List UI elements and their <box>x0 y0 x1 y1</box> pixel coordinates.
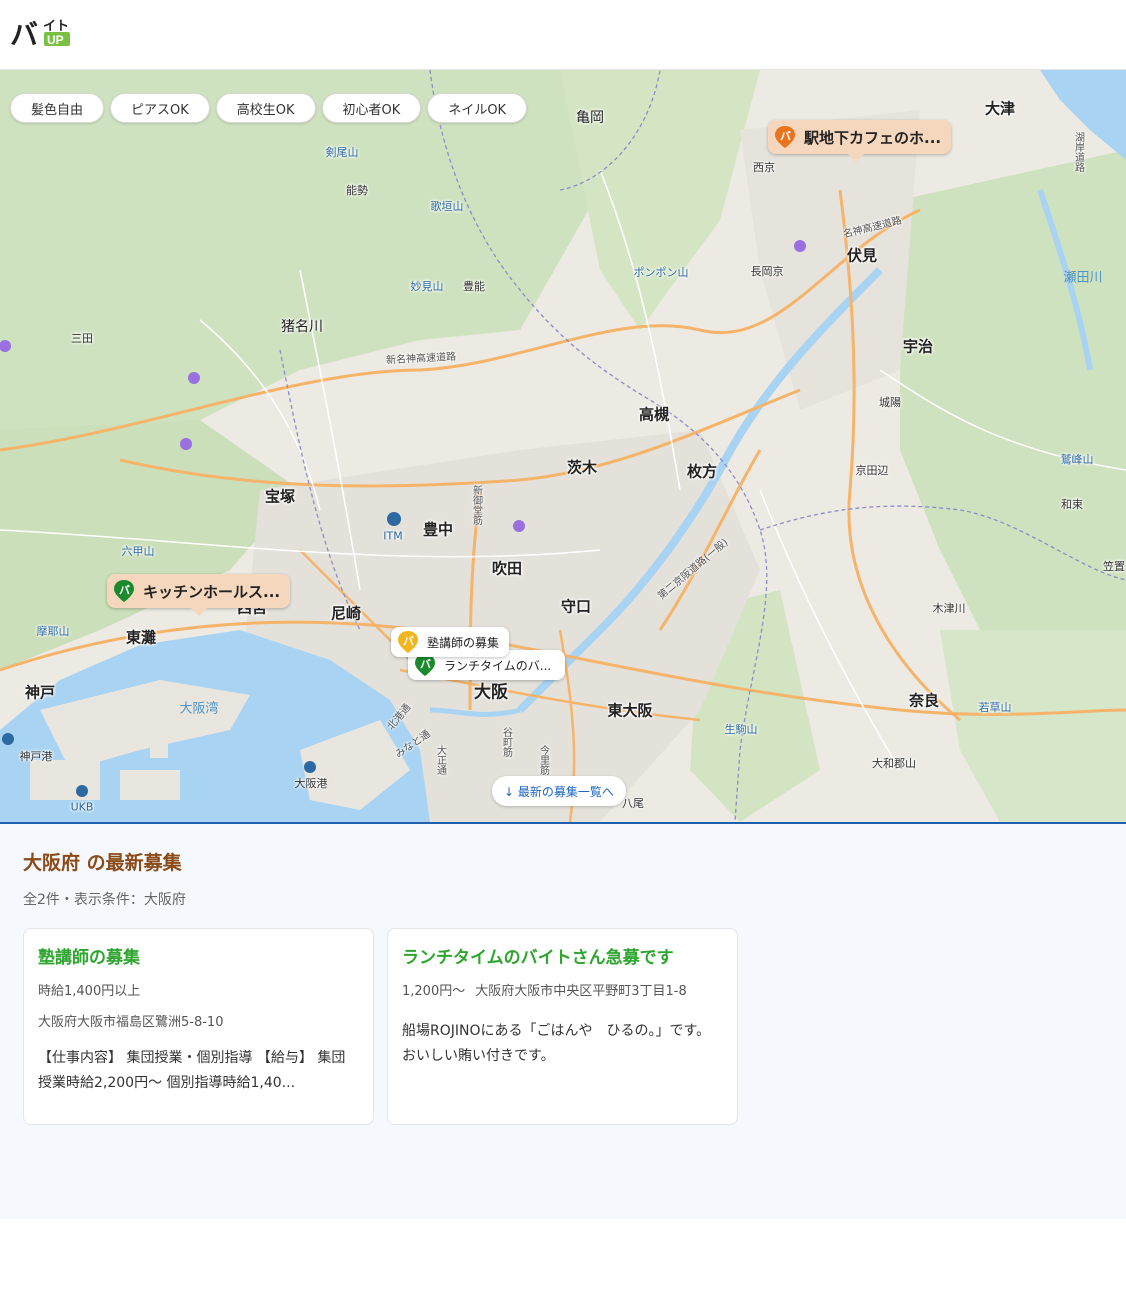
map-label-higashinada: 東灘 <box>125 628 157 647</box>
map-label-hirakata: 枚方 <box>686 462 718 481</box>
svg-text:バ: バ <box>780 130 791 143</box>
map-label-wakakusayama: 若草山 <box>978 701 1012 714</box>
map-label-nara: 奈良 <box>908 691 940 710</box>
job-card-address: 大阪府大阪市中央区平野町3丁目1-8 <box>475 984 687 999</box>
map-label-konanlake: 湖岸道路 <box>1072 132 1084 172</box>
map-label-osakawan: 大阪湾 <box>179 701 219 717</box>
svg-text:バ: バ <box>403 635 414 648</box>
svg-text:バ: バ <box>119 584 130 597</box>
latest-jobs-button[interactable]: ↓ 最新の募集一覧へ <box>492 776 626 806</box>
map-label-taisho: 大正通 <box>434 745 446 775</box>
map-label-nishikyo: 西京 <box>753 161 775 174</box>
map-label-kenbisan: 剣尾山 <box>325 146 359 159</box>
map-label-nose: 能勢 <box>346 184 368 197</box>
map-label-higashiosaka: 東大阪 <box>607 701 653 720</box>
filter-chip-hair-color[interactable]: 髪色自由 <box>10 93 105 123</box>
map-label-wazuka: 和束 <box>1061 498 1083 511</box>
job-card-title[interactable]: ランチタイムのバイトさん急募です <box>402 943 723 968</box>
map-label-ikomayama: 生駒山 <box>724 723 758 736</box>
map-label-yao: 八尾 <box>622 797 644 810</box>
map-pin-icon: バ <box>113 579 135 603</box>
map-label-makayasan: 摩耶山 <box>36 625 70 638</box>
site-header: バ イト UP <box>0 0 1126 70</box>
map-label-joyo: 城陽 <box>879 396 901 409</box>
filter-chip-piercing[interactable]: ピアスOK <box>110 93 210 123</box>
svg-text:イト: イト <box>43 18 69 33</box>
map-label-shinmido: 新御堂筋 <box>470 485 482 525</box>
svg-text:バ: バ <box>10 19 38 50</box>
job-card-description: 【仕事内容】 集団授業・個別指導 【給与】 集団授業時給2,200円～ 個別指導… <box>38 1050 346 1091</box>
job-card-address: 大阪府大阪市福島区鷺洲5-8-10 <box>38 1015 224 1030</box>
map-label-nagaokakyo: 長岡京 <box>750 265 784 278</box>
map-label-toyonaka: 豊中 <box>422 520 454 539</box>
map-label-tanimachi: 谷町筋 <box>500 727 512 757</box>
section-title: 大阪府 の最新募集 <box>23 852 182 874</box>
map-label-kobe: 神戸 <box>24 683 56 702</box>
map-label-osaka: 大阪 <box>474 682 508 703</box>
svg-text:バ: バ <box>420 658 431 671</box>
job-card[interactable]: ランチタイムのバイトさん急募です 1,200円～ 大阪府大阪市中央区平野町3丁目… <box>387 928 738 1125</box>
map-label-fushimi: 伏見 <box>846 246 878 265</box>
map-label-imazato: 今里筋 <box>537 745 549 775</box>
job-card-wage: 1,200円～ <box>402 984 466 999</box>
baito-up-logo[interactable]: バ イト UP <box>10 16 74 50</box>
map-label-rokkosan: 六甲山 <box>121 545 155 558</box>
map-pin-icon: バ <box>774 125 796 149</box>
job-map[interactable]: 亀岡 大津 西京 伏見 長岡京 宇治 城陽 京田辺 高槻 茨木 枚方 豊中 吹田… <box>0 70 1126 822</box>
filter-chip-nail[interactable]: ネイルOK <box>427 93 528 123</box>
filter-chips: 髪色自由 ピアスOK 高校生OK 初心者OK ネイルOK <box>10 93 528 123</box>
job-marker-juku[interactable]: バ 塾講師の募集 <box>391 627 510 657</box>
job-marker-kitchen[interactable]: バ キッチンホールス... <box>107 574 291 616</box>
map-label-setagawa: 瀬田川 <box>1063 270 1103 286</box>
svg-text:UP: UP <box>47 33 64 47</box>
map-label-osakako: 大阪港 <box>294 777 328 790</box>
job-card[interactable]: 塾講師の募集 時給1,400円以上 大阪府大阪市福島区鷺洲5-8-10 【仕事内… <box>23 928 374 1125</box>
map-label-moriguchi: 守口 <box>560 597 592 616</box>
map-label-yamatokoriyama: 大和郡山 <box>872 757 916 770</box>
map-label-inagawa: 猪名川 <box>281 319 323 335</box>
job-card-title[interactable]: 塾講師の募集 <box>38 943 359 968</box>
filter-chip-high-school[interactable]: 高校生OK <box>215 93 316 123</box>
map-label-suita: 吹田 <box>491 559 523 578</box>
job-marker-label: キッチンホールス... <box>143 582 281 601</box>
map-label-kobeko: 神戸港 <box>19 750 53 763</box>
map-label-kizugawa: 木津川 <box>932 602 966 615</box>
map-pin-icon: バ <box>397 630 419 654</box>
map-label-utagakiyama: 歌垣山 <box>430 200 464 213</box>
map-label-kameoka: 亀岡 <box>576 110 604 126</box>
map-label-kasagi: 笠置 <box>1103 560 1125 573</box>
map-label-ukb: UKB <box>70 800 94 814</box>
result-count: 全2件・表示条件：大阪府 <box>23 892 186 908</box>
map-label-myokensan: 妙見山 <box>410 280 444 293</box>
job-marker-label: 塾講師の募集 <box>427 635 500 650</box>
job-card-wage: 時給1,400円以上 <box>38 984 141 999</box>
map-base <box>0 70 1126 822</box>
map-label-takarazuka: 宝塚 <box>264 487 296 506</box>
latest-jobs-section: 大阪府 の最新募集 全2件・表示条件：大阪府 塾講師の募集 時給1,400円以上… <box>0 822 1126 1219</box>
map-label-shiramine: 鷲峰山 <box>1060 453 1094 466</box>
job-card-description: 船場ROJINOにある「ごはんや ひるの。」です。 おいしい賄い付きです。 <box>402 1023 711 1064</box>
map-label-amagasaki: 尼崎 <box>330 604 362 623</box>
map-label-toyono: 豊能 <box>463 280 485 293</box>
map-label-sanda: 三田 <box>71 332 93 345</box>
map-label-uji: 宇治 <box>902 337 934 356</box>
map-label-ibaraki: 茨木 <box>566 458 598 477</box>
map-label-ponponzan: ポンポン山 <box>633 266 689 279</box>
map-label-kyotanabe: 京田辺 <box>855 464 889 477</box>
job-marker-label: ランチタイムのバ... <box>444 658 552 673</box>
map-label-itm: ITM <box>383 529 403 543</box>
job-marker-cafe[interactable]: バ 駅地下カフェのホ... <box>768 120 952 162</box>
filter-chip-beginner[interactable]: 初心者OK <box>321 93 422 123</box>
job-marker-label: 駅地下カフェのホ... <box>804 128 942 147</box>
map-label-otsu: 大津 <box>984 99 1016 118</box>
map-label-takatsuki: 高槻 <box>638 405 670 424</box>
